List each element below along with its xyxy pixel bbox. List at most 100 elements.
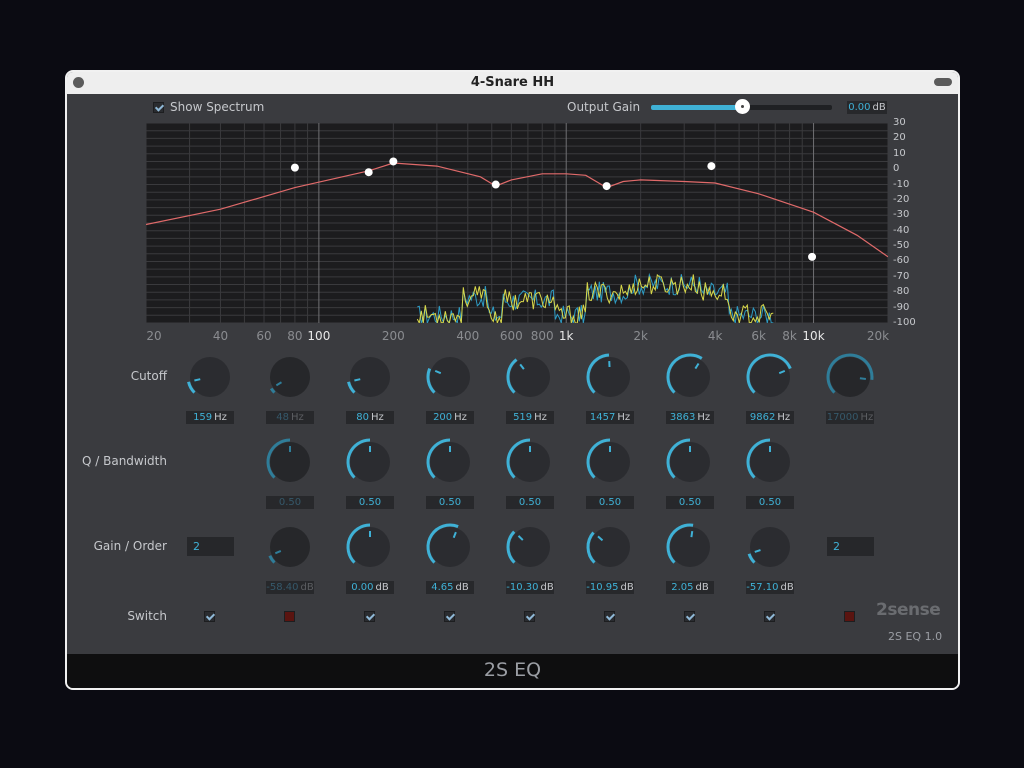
window-title: 4-Snare HH <box>470 75 555 90</box>
band-switch-checkbox[interactable] <box>524 611 535 622</box>
cutoff-knob[interactable] <box>184 351 236 403</box>
x-tick-label: 200 <box>381 329 405 343</box>
q-knob[interactable] <box>504 436 556 488</box>
cutoff-value[interactable]: 3863 Hz <box>666 411 714 424</box>
band-switch-checkbox[interactable] <box>604 611 615 622</box>
gain-value[interactable]: -10.30 dB <box>506 581 554 594</box>
x-tick-label: 20k <box>866 329 890 343</box>
q-knob[interactable] <box>264 436 316 488</box>
band-switch-checkbox[interactable] <box>284 611 295 622</box>
x-tick-label: 6k <box>751 329 766 343</box>
q-value[interactable]: 0.50 <box>666 496 714 509</box>
show-spectrum-label: Show Spectrum <box>170 100 265 114</box>
gain-knob[interactable] <box>344 521 396 573</box>
x-tick-label: 1k <box>558 329 574 343</box>
x-tick-label: 8k <box>782 329 797 343</box>
gain-knob[interactable] <box>504 521 556 573</box>
q-value[interactable]: 0.50 <box>426 496 474 509</box>
band-node[interactable] <box>491 180 500 189</box>
y-tick-label: 10 <box>893 147 906 159</box>
gain-value[interactable]: 0.00 dB <box>346 581 394 594</box>
cutoff-value[interactable]: 159 Hz <box>186 411 234 424</box>
y-tick-label: 20 <box>893 132 906 144</box>
x-tick-label: 400 <box>456 329 480 343</box>
output-gain-slider[interactable] <box>651 99 832 114</box>
gain-knob[interactable] <box>264 521 316 573</box>
footer-bar: 2S EQ <box>67 654 958 688</box>
band-switch-checkbox[interactable] <box>844 611 855 622</box>
cutoff-knob[interactable] <box>344 351 396 403</box>
band-switch-checkbox[interactable] <box>444 611 455 622</box>
cutoff-knob[interactable] <box>584 351 636 403</box>
q-value[interactable]: 0.50 <box>266 496 314 509</box>
y-tick-label: 30 <box>893 117 906 128</box>
y-tick-label: -50 <box>893 240 910 252</box>
band-node[interactable] <box>602 182 611 191</box>
band-node[interactable] <box>808 252 817 261</box>
gain-knob[interactable] <box>584 521 636 573</box>
gain-knob[interactable] <box>744 521 796 573</box>
q-knob[interactable] <box>744 436 796 488</box>
eq-response-graph[interactable] <box>146 123 888 323</box>
gain-knob[interactable] <box>424 521 476 573</box>
y-tick-label: -20 <box>893 193 910 205</box>
cutoff-value[interactable]: 80 Hz <box>346 411 394 424</box>
show-spectrum-checkbox[interactable] <box>153 102 164 113</box>
gain-value[interactable]: -57.10 dB <box>746 581 794 594</box>
order-right-field[interactable]: 2 <box>827 537 874 556</box>
cutoff-knob[interactable] <box>824 351 876 403</box>
gain-value[interactable]: -58.40 dB <box>266 581 314 594</box>
q-knob[interactable] <box>664 436 716 488</box>
x-tick-label: 60 <box>256 329 272 343</box>
q-knob[interactable] <box>584 436 636 488</box>
cutoff-knob[interactable] <box>744 351 796 403</box>
cutoff-value[interactable]: 519 Hz <box>506 411 554 424</box>
cutoff-value[interactable]: 48 Hz <box>266 411 314 424</box>
output-gain-thumb[interactable] <box>734 99 750 114</box>
order-left-field[interactable]: 2 <box>187 537 234 556</box>
y-tick-label: -70 <box>893 270 910 282</box>
minimize-icon[interactable] <box>934 78 952 86</box>
gain-value[interactable]: 4.65 dB <box>426 581 474 594</box>
cutoff-knob[interactable] <box>664 351 716 403</box>
cutoff-knob[interactable] <box>504 351 556 403</box>
cutoff-row-label: Cutoff <box>130 369 167 383</box>
y-tick-label: -30 <box>893 209 910 221</box>
cutoff-knob[interactable] <box>264 351 316 403</box>
version-label: 2S EQ 1.0 <box>888 630 943 643</box>
y-tick-label: 0 <box>893 163 900 175</box>
y-tick-label: -10 <box>893 178 910 190</box>
x-tick-label: 2k <box>633 329 648 343</box>
q-value[interactable]: 0.50 <box>746 496 794 509</box>
band-switch-checkbox[interactable] <box>764 611 775 622</box>
gain-value[interactable]: -10.95 dB <box>586 581 634 594</box>
cutoff-value[interactable]: 200 Hz <box>426 411 474 424</box>
band-switch-checkbox[interactable] <box>684 611 695 622</box>
q-value[interactable]: 0.50 <box>586 496 634 509</box>
band-node[interactable] <box>290 163 299 172</box>
q-knob[interactable] <box>424 436 476 488</box>
gain-knob[interactable] <box>664 521 716 573</box>
band-node[interactable] <box>389 157 398 166</box>
x-tick-label: 20 <box>146 329 162 343</box>
cutoff-value[interactable]: 9862 Hz <box>746 411 794 424</box>
title-bar: 4-Snare HH <box>67 72 958 94</box>
output-gain-value[interactable]: 0.00 dB <box>847 101 887 114</box>
y-tick-label: -60 <box>893 255 910 267</box>
gain-row-label: Gain / Order <box>93 539 167 553</box>
band-switch-checkbox[interactable] <box>364 611 375 622</box>
q-value[interactable]: 0.50 <box>506 496 554 509</box>
cutoff-knob[interactable] <box>424 351 476 403</box>
x-tick-label: 80 <box>287 329 303 343</box>
cutoff-value[interactable]: 1457 Hz <box>586 411 634 424</box>
band-switch-checkbox[interactable] <box>204 611 215 622</box>
q-knob[interactable] <box>344 436 396 488</box>
band-node[interactable] <box>364 168 373 177</box>
x-tick-label: 10k <box>802 329 825 343</box>
gain-value[interactable]: 2.05 dB <box>666 581 714 594</box>
cutoff-value[interactable]: 17000 Hz <box>826 411 874 424</box>
x-tick-label: 800 <box>530 329 554 343</box>
q-value[interactable]: 0.50 <box>346 496 394 509</box>
y-tick-label: -40 <box>893 224 910 236</box>
band-node[interactable] <box>707 162 716 171</box>
